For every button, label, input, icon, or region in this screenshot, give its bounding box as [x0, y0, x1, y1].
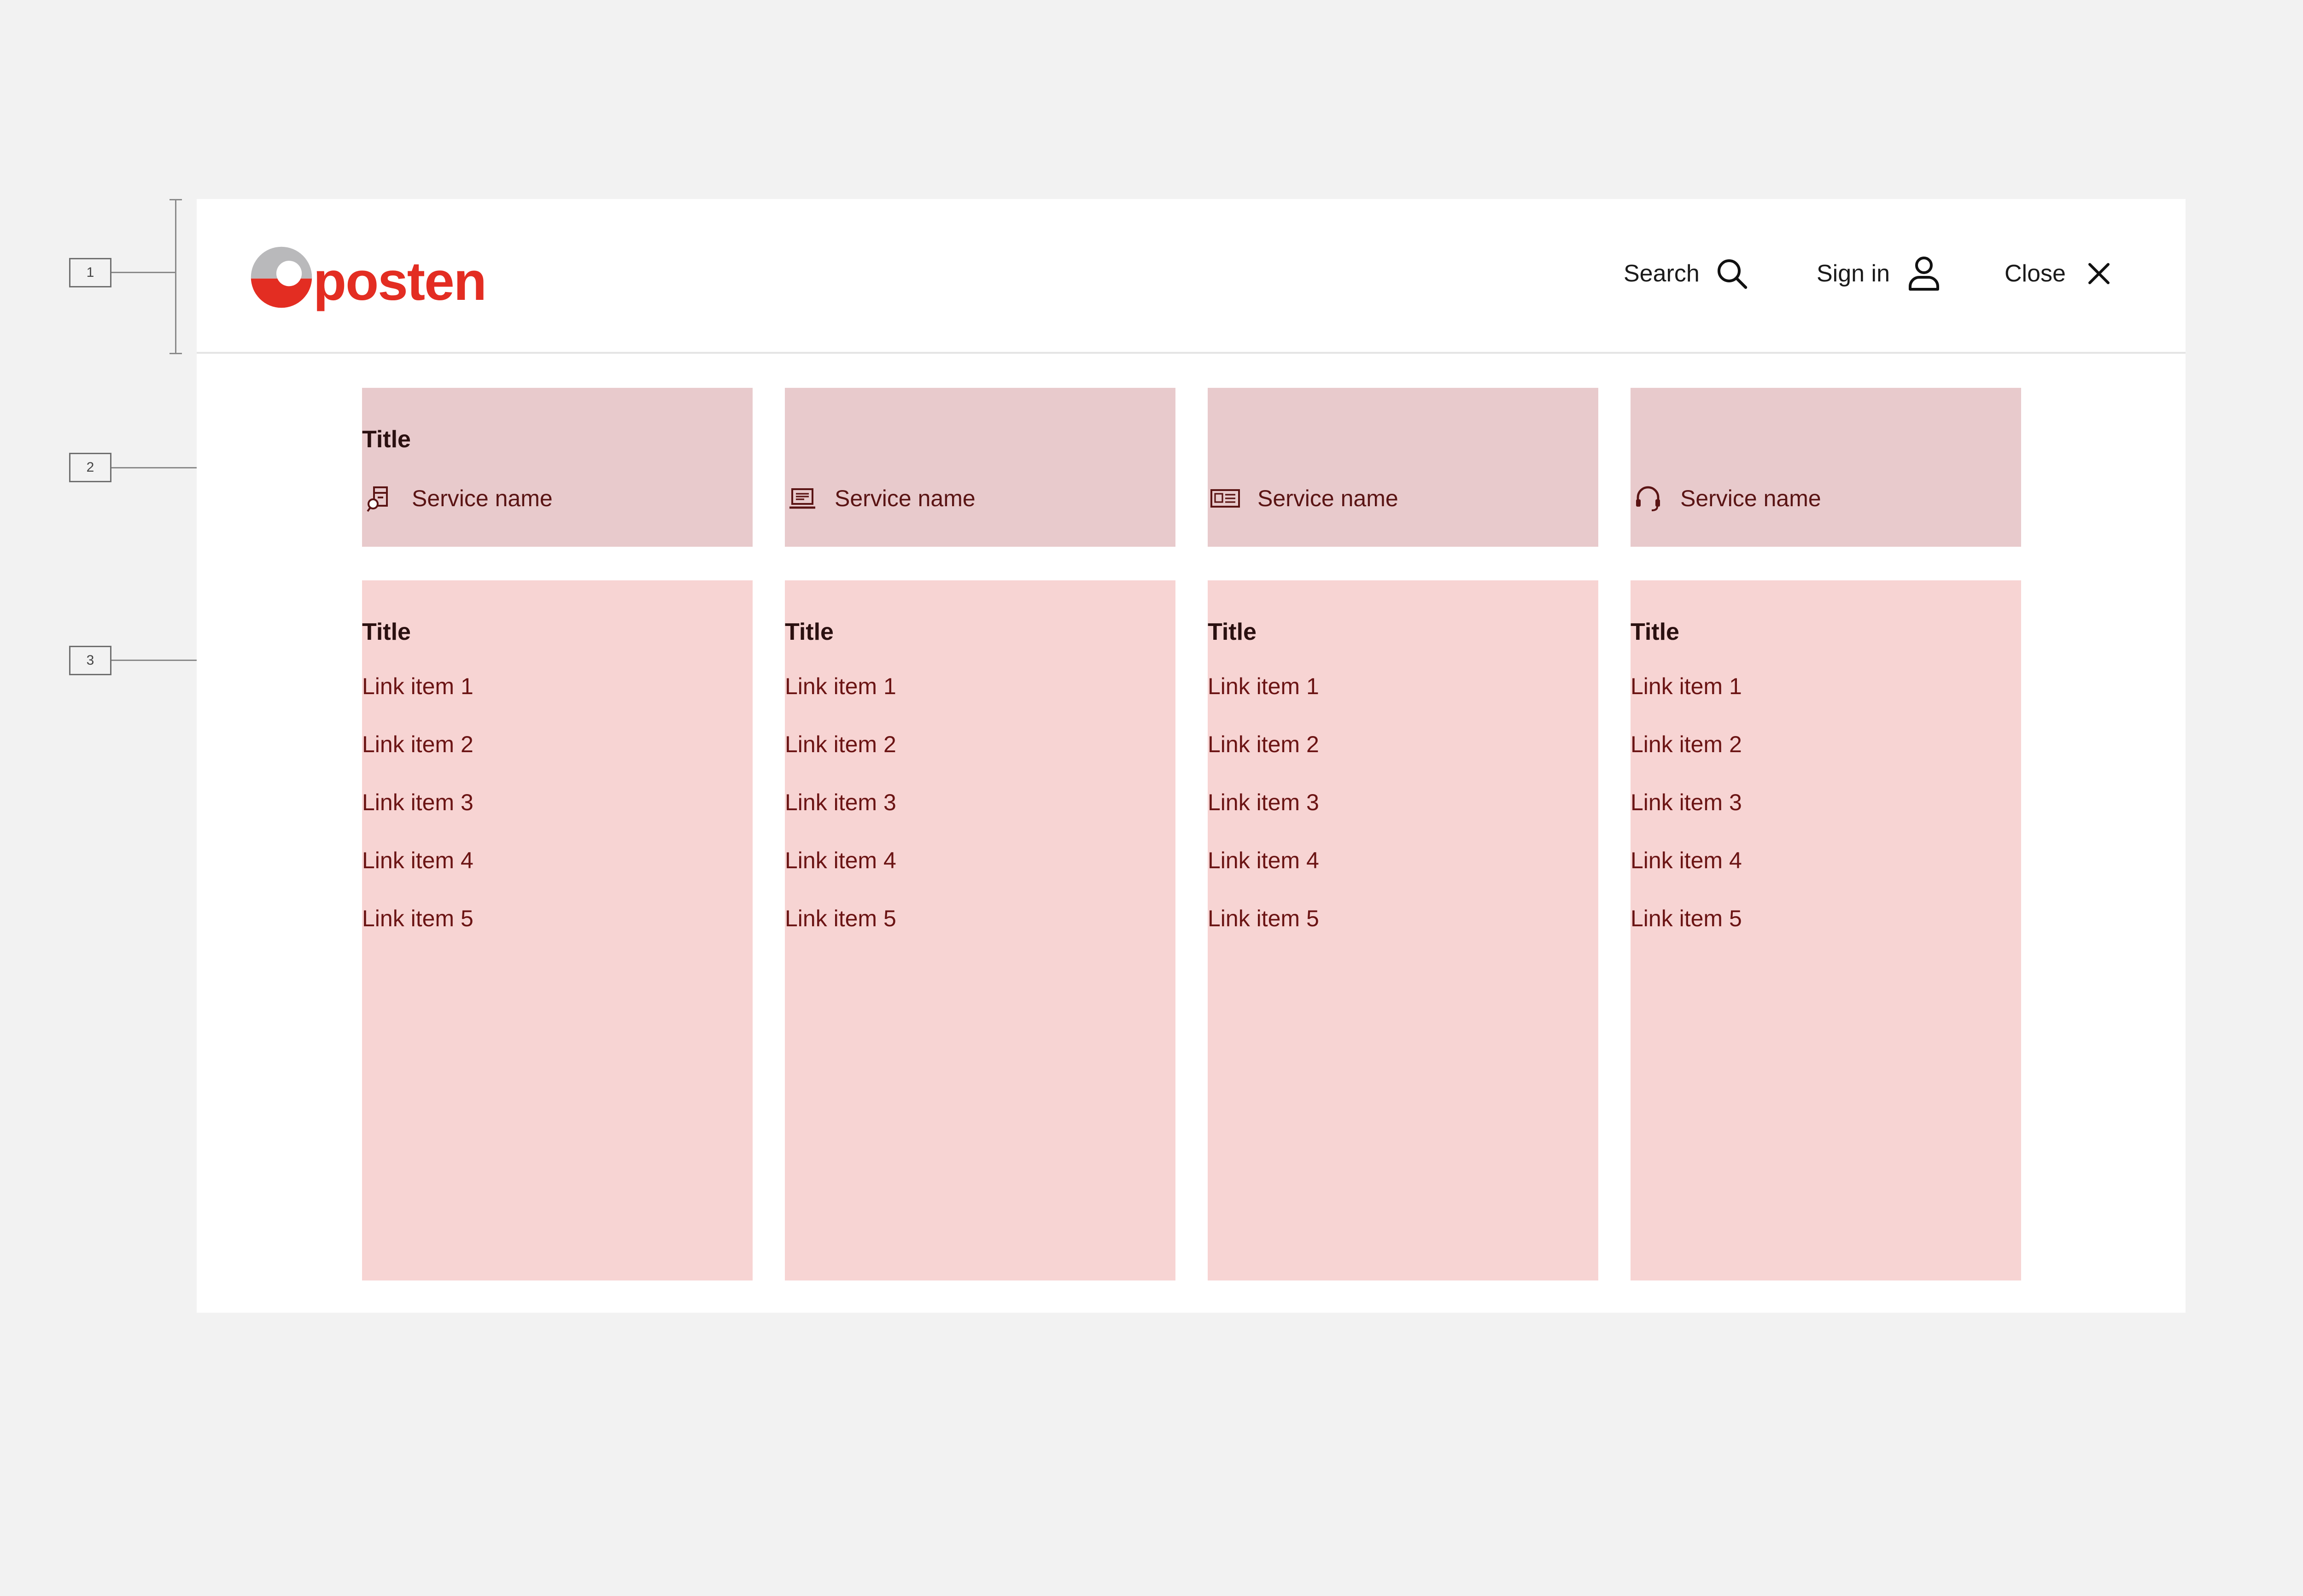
- link-list: Link item 1 Link item 2 Link item 3 Link…: [362, 672, 473, 963]
- service-link-1[interactable]: Service name: [362, 480, 553, 517]
- link-item[interactable]: Link item 5: [1631, 905, 1742, 963]
- link-item[interactable]: Link item 1: [1631, 672, 1742, 731]
- link-item[interactable]: Link item 5: [362, 905, 473, 963]
- service-box-1: Title Service name: [362, 388, 753, 547]
- link-column-4: Title Link item 1 Link item 2 Link item …: [1631, 580, 2021, 1280]
- link-item[interactable]: Link item 3: [785, 789, 896, 847]
- link-column-1: Title Link item 1 Link item 2 Link item …: [362, 580, 753, 1280]
- laptop-icon: [785, 481, 820, 516]
- link-column-title: Title: [1631, 619, 1679, 645]
- link-list: Link item 1 Link item 2 Link item 3 Link…: [785, 672, 896, 963]
- service-link-3[interactable]: Service name: [1208, 480, 1398, 517]
- posten-logo-icon: [251, 246, 312, 308]
- link-item[interactable]: Link item 1: [785, 672, 896, 731]
- service-name: Service name: [412, 485, 553, 511]
- link-item[interactable]: Link item 2: [1208, 731, 1319, 789]
- logo-wordmark: posten: [313, 251, 487, 312]
- link-item[interactable]: Link item 2: [362, 731, 473, 789]
- link-item[interactable]: Link item 4: [1208, 847, 1319, 905]
- service-box-4: Service name: [1631, 388, 2021, 547]
- service-box-3: Service name: [1208, 388, 1598, 547]
- link-item[interactable]: Link item 3: [1208, 789, 1319, 847]
- sign-in-button[interactable]: Sign in: [1817, 246, 1943, 301]
- close-button[interactable]: Close: [2005, 246, 2118, 301]
- search-label: Search: [1624, 260, 1700, 287]
- link-list: Link item 1 Link item 2 Link item 3 Link…: [1631, 672, 1742, 963]
- annotation-leader-1: [111, 272, 176, 273]
- header-bracket-bottom-cap: [170, 353, 182, 354]
- close-icon: [2080, 254, 2118, 293]
- service-box-title: Title: [362, 426, 411, 453]
- link-item[interactable]: Link item 1: [1208, 672, 1319, 731]
- header-bracket: [175, 199, 176, 354]
- service-link-4[interactable]: Service name: [1631, 480, 1821, 517]
- site-header: posten Search Sign in Close: [197, 199, 2186, 354]
- annotation-marker-3: 3: [69, 646, 111, 675]
- link-column-2: Title Link item 1 Link item 2 Link item …: [785, 580, 1175, 1280]
- service-name: Service name: [1257, 485, 1398, 511]
- link-item[interactable]: Link item 4: [1631, 847, 1742, 905]
- link-item[interactable]: Link item 2: [1631, 731, 1742, 789]
- mega-menu-panel: posten Search Sign in Close Title Servic…: [197, 199, 2186, 1313]
- service-name: Service name: [1680, 485, 1821, 511]
- annotation-marker-2: 2: [69, 453, 111, 482]
- parcel-pickup-icon: [362, 481, 397, 516]
- link-item[interactable]: Link item 3: [362, 789, 473, 847]
- annotation-marker-1: 1: [69, 258, 111, 287]
- header-bracket-top-cap: [170, 199, 182, 200]
- search-button[interactable]: Search: [1624, 246, 1751, 301]
- sign-in-label: Sign in: [1817, 260, 1890, 287]
- user-icon: [1905, 254, 1943, 293]
- link-column-title: Title: [362, 619, 411, 645]
- headset-icon: [1631, 481, 1666, 516]
- link-item[interactable]: Link item 5: [785, 905, 896, 963]
- search-icon: [1713, 254, 1751, 293]
- link-column-title: Title: [785, 619, 834, 645]
- service-name: Service name: [835, 485, 976, 511]
- link-item[interactable]: Link item 1: [362, 672, 473, 731]
- link-item[interactable]: Link item 4: [785, 847, 896, 905]
- link-item[interactable]: Link item 5: [1208, 905, 1319, 963]
- service-box-2: Service name: [785, 388, 1175, 547]
- posten-logo[interactable]: posten: [250, 243, 487, 312]
- link-item[interactable]: Link item 4: [362, 847, 473, 905]
- link-list: Link item 1 Link item 2 Link item 3 Link…: [1208, 672, 1319, 963]
- newspaper-icon: [1208, 481, 1243, 516]
- link-column-title: Title: [1208, 619, 1257, 645]
- link-item[interactable]: Link item 2: [785, 731, 896, 789]
- close-label: Close: [2005, 260, 2066, 287]
- service-link-2[interactable]: Service name: [785, 480, 976, 517]
- link-item[interactable]: Link item 3: [1631, 789, 1742, 847]
- link-column-3: Title Link item 1 Link item 2 Link item …: [1208, 580, 1598, 1280]
